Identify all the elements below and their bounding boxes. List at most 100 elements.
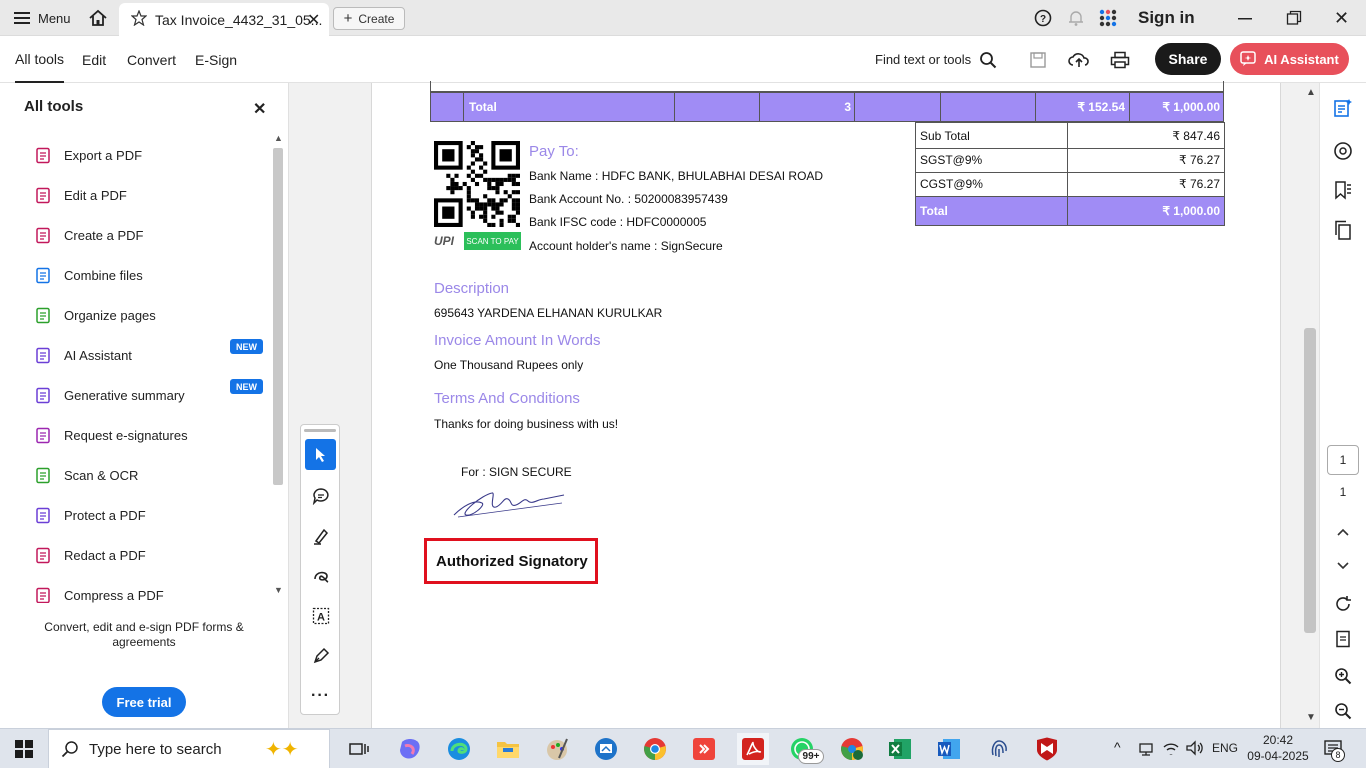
upload-button[interactable] <box>1068 36 1090 83</box>
whatsapp-badge: 99+ <box>798 749 824 764</box>
chrome-profile-app[interactable] <box>836 733 868 765</box>
panel-scrollbar[interactable]: ▲ ▼ <box>271 133 285 599</box>
for-label: For : SIGN SECURE <box>461 465 572 479</box>
generative-summary-icon <box>34 386 52 404</box>
tool-item[interactable]: Generative summary <box>34 383 185 407</box>
word-app[interactable] <box>933 733 965 765</box>
home-button[interactable] <box>88 0 108 36</box>
scroll-up-icon[interactable]: ▲ <box>274 133 283 143</box>
ellipsis-icon: ··· <box>311 686 330 704</box>
close-tab-icon[interactable]: ✕ <box>307 10 320 30</box>
copilot-app[interactable] <box>394 733 426 765</box>
wifi-icon[interactable] <box>1162 740 1180 761</box>
total-qty: 3 <box>844 100 851 114</box>
page-fit-button[interactable] <box>1330 626 1356 652</box>
more-tools-button[interactable]: ··· <box>305 680 336 711</box>
edit-pdf-icon <box>34 186 52 204</box>
taskbar-search[interactable]: Type here to search ✦✦ <box>48 729 330 768</box>
zoom-in-button[interactable] <box>1330 663 1356 689</box>
next-page-button[interactable] <box>1330 553 1356 579</box>
tool-item[interactable]: Edit a PDF <box>34 183 127 207</box>
doc-scroll-down-icon[interactable]: ▼ <box>1306 712 1316 723</box>
volume-icon[interactable] <box>1186 740 1204 761</box>
tab-edit[interactable]: Edit <box>82 36 106 83</box>
network-icon[interactable] <box>1138 740 1154 761</box>
find-tools-button[interactable]: Find text or tools <box>875 36 997 83</box>
anydesk-app[interactable] <box>688 733 720 765</box>
notifications-button[interactable] <box>1067 0 1085 36</box>
close-panel-icon[interactable]: ✕ <box>253 99 266 119</box>
apps-grid-icon <box>1099 9 1117 27</box>
sign-tool-button[interactable] <box>305 640 336 671</box>
minimize-button[interactable] <box>1237 0 1253 36</box>
tool-item[interactable]: Redact a PDF <box>34 543 146 567</box>
apps-button[interactable] <box>1099 0 1117 36</box>
start-button[interactable] <box>8 733 40 765</box>
ai-assistant-button[interactable]: AI Assistant <box>1230 43 1349 75</box>
select-tool-button[interactable] <box>305 439 336 470</box>
comments-rail-button[interactable] <box>1330 138 1356 164</box>
subtotal-label: Sub Total <box>920 128 970 143</box>
text-tool-button[interactable]: A <box>305 600 336 631</box>
scroll-down-icon[interactable]: ▼ <box>274 585 283 595</box>
tab-convert[interactable]: Convert <box>127 36 176 83</box>
tool-item[interactable]: Request e-signatures <box>34 423 188 447</box>
close-window-button[interactable]: ✕ <box>1334 0 1349 36</box>
rotate-button[interactable] <box>1330 591 1356 617</box>
tool-item[interactable]: Protect a PDF <box>34 503 146 527</box>
clock[interactable]: 20:42 09-04-2025 <box>1247 732 1309 764</box>
excel-app[interactable] <box>884 733 916 765</box>
find-label: Find text or tools <box>875 52 972 67</box>
star-icon[interactable] <box>130 9 148 29</box>
create-button[interactable]: + Create <box>333 7 405 30</box>
mcafee-app[interactable] <box>1031 733 1063 765</box>
tool-item[interactable]: Create a PDF <box>34 223 143 247</box>
doc-scroll-up-icon[interactable]: ▲ <box>1306 87 1316 98</box>
prev-page-button[interactable] <box>1330 519 1356 545</box>
draw-tool-button[interactable] <box>305 560 336 591</box>
minimize-icon <box>1238 18 1252 20</box>
thumbnails-rail-button[interactable] <box>1330 217 1356 243</box>
document-viewer[interactable]: Total 3 ₹ 152.54 ₹ 1,000.00 Sub Total ₹ … <box>289 81 1319 728</box>
comment-tool-button[interactable] <box>305 480 336 511</box>
tab-esign[interactable]: E-Sign <box>195 36 237 83</box>
task-view-button[interactable] <box>343 733 375 765</box>
blue-app[interactable] <box>590 733 622 765</box>
highlight-tool-button[interactable] <box>305 520 336 551</box>
bookmarks-rail-button[interactable] <box>1330 177 1356 203</box>
chrome-app[interactable] <box>639 733 671 765</box>
free-trial-button[interactable]: Free trial <box>102 687 186 717</box>
page-number-input[interactable]: 1 <box>1327 445 1359 475</box>
share-button[interactable]: Share <box>1155 43 1221 75</box>
paint-app[interactable] <box>541 733 573 765</box>
whatsapp-app[interactable]: 99+ <box>786 733 824 765</box>
doc-scroll-thumb[interactable] <box>1304 328 1316 633</box>
panel-scroll-thumb[interactable] <box>273 148 283 485</box>
tool-item[interactable]: Scan & OCR <box>34 463 138 487</box>
tray-expand-icon[interactable]: ^ <box>1114 739 1121 755</box>
tool-item[interactable]: Export a PDF <box>34 143 142 167</box>
sign-in-button[interactable]: Sign in <box>1138 0 1195 36</box>
all-tools-panel: All tools ✕ Export a PDF Edit a PDF Create… <box>0 83 289 728</box>
edge-app[interactable] <box>443 733 475 765</box>
help-button[interactable]: ? <box>1034 0 1052 36</box>
document-tab[interactable]: Tax Invoice_4432_31_05... ✕ <box>119 3 329 36</box>
print-button[interactable] <box>1110 36 1130 83</box>
notification-center-button[interactable]: 8 <box>1324 739 1345 764</box>
sign-secure-app[interactable] <box>983 733 1015 765</box>
drag-handle[interactable] <box>304 429 336 432</box>
restore-button[interactable] <box>1286 0 1302 36</box>
document-scrollbar[interactable]: ▲ ▼ <box>1301 83 1319 728</box>
file-explorer-app[interactable] <box>492 733 524 765</box>
menu-button[interactable]: Menu <box>14 0 71 36</box>
language-indicator[interactable]: ENG <box>1212 741 1238 755</box>
tool-label: Protect a PDF <box>64 507 146 523</box>
save-button[interactable] <box>1029 36 1047 83</box>
generative-summary-rail-button[interactable] <box>1330 95 1356 121</box>
acrobat-app[interactable] <box>737 733 769 765</box>
zoom-out-button[interactable] <box>1330 698 1356 724</box>
tool-item[interactable]: AI Assistant <box>34 343 132 367</box>
tool-item[interactable]: Combine files <box>34 263 143 287</box>
tab-all-tools[interactable]: All tools <box>15 36 65 83</box>
tool-item[interactable]: Organize pages <box>34 303 156 327</box>
